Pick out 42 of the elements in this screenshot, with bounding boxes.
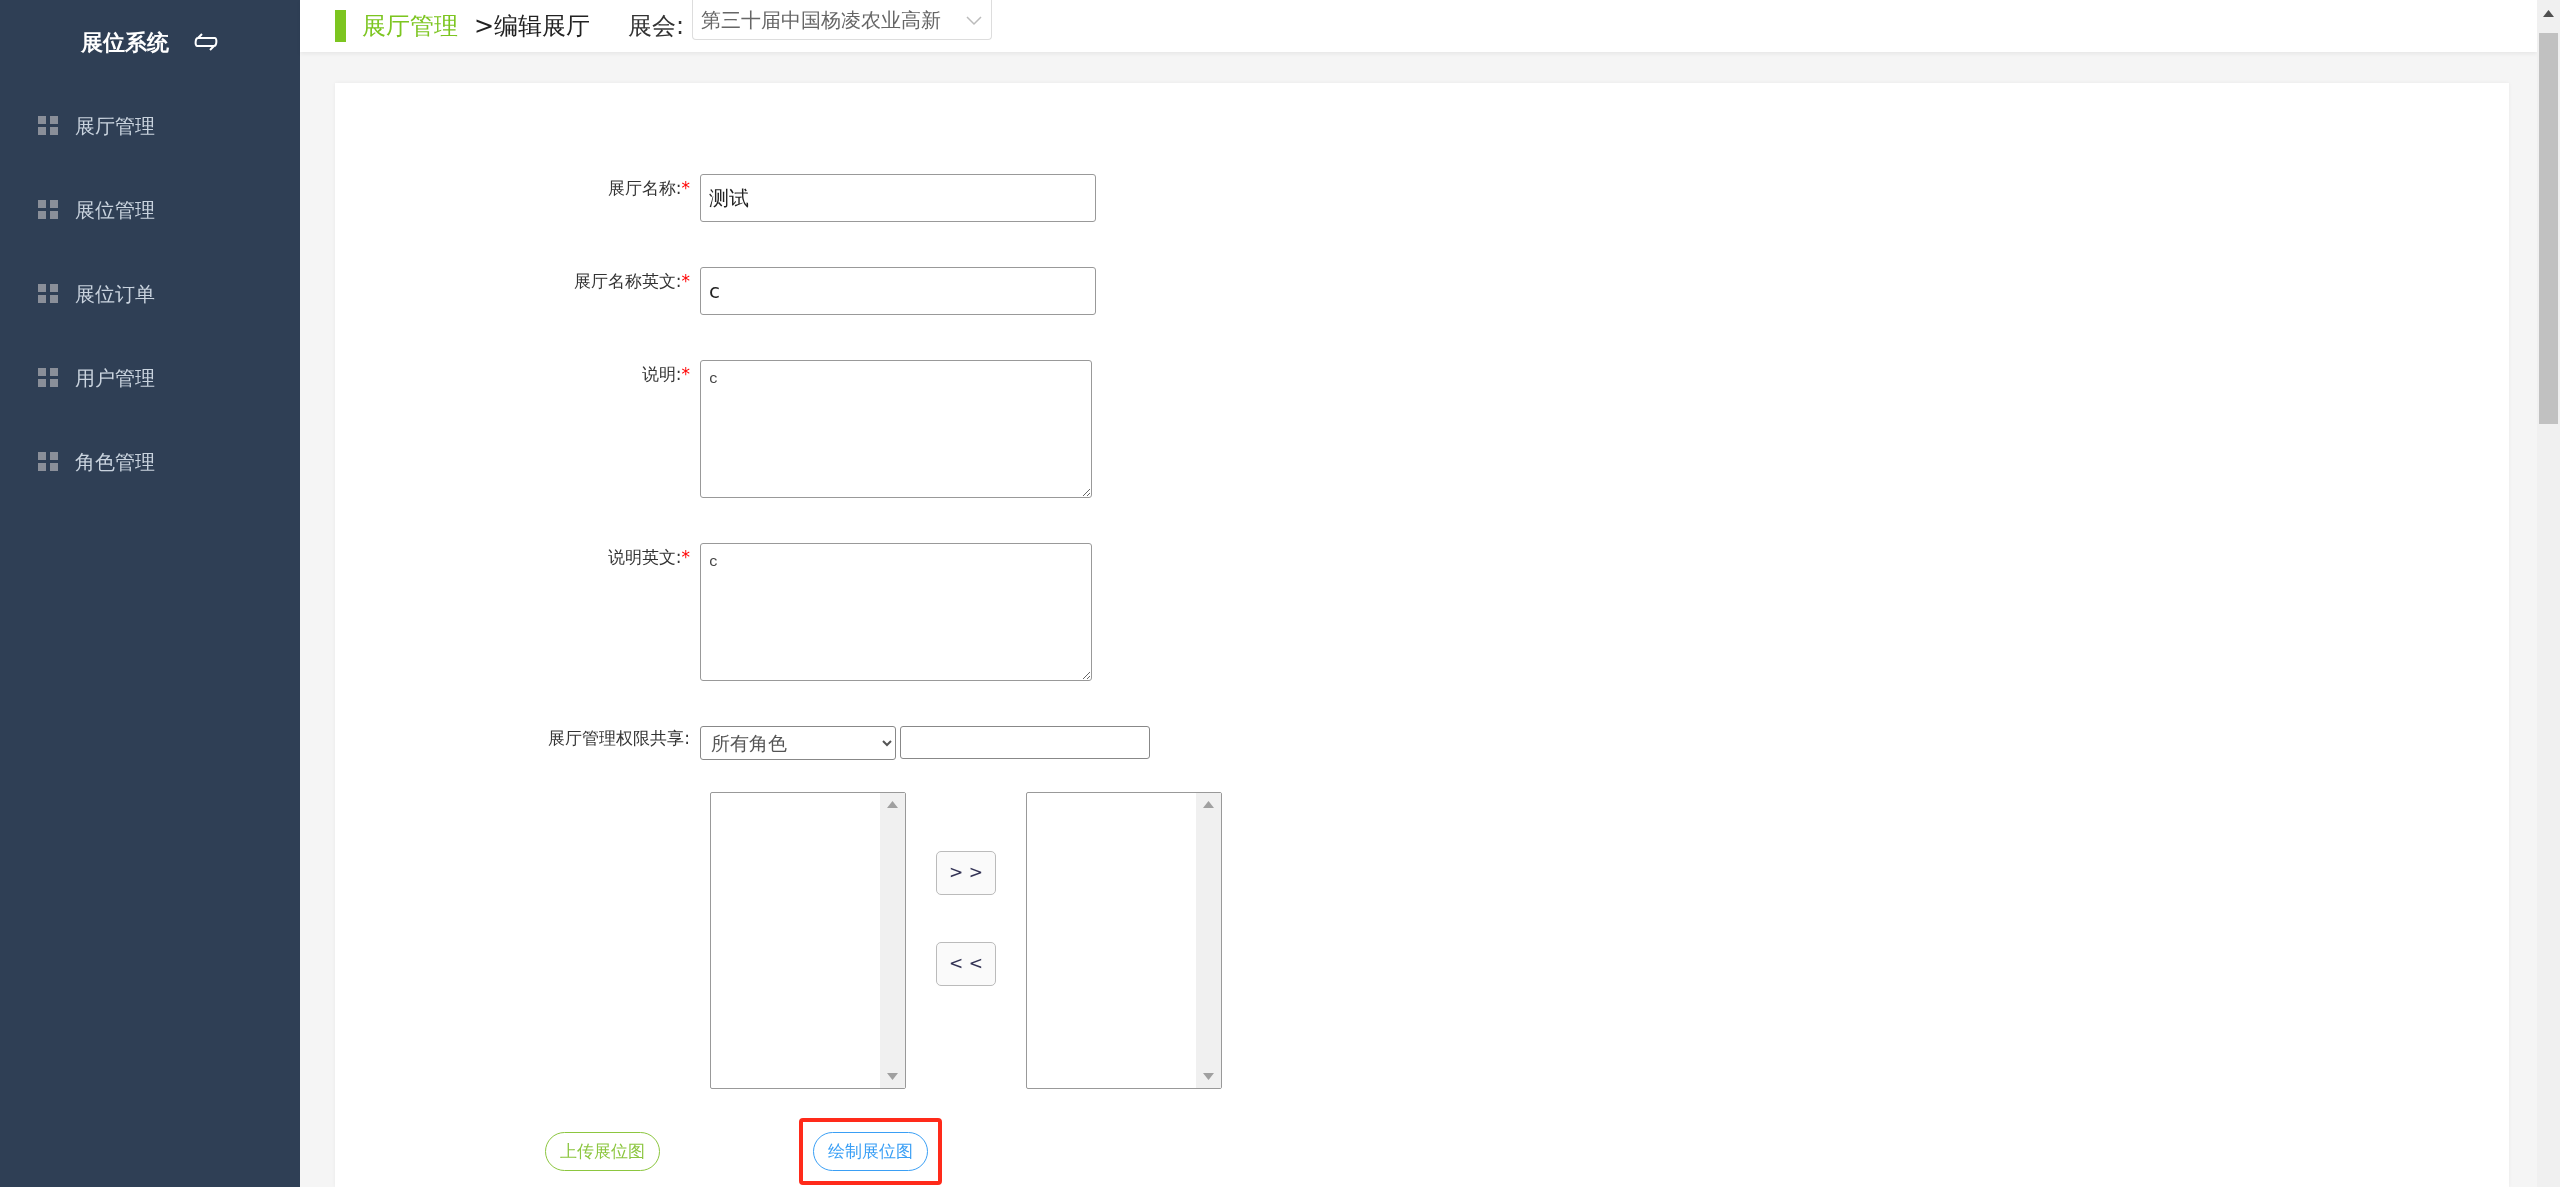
grid-icon (38, 116, 59, 136)
list-box[interactable] (710, 792, 906, 1089)
grid-icon (38, 284, 59, 304)
sidebar-item[interactable]: 展位订单 (0, 252, 300, 336)
field-label: 展厅名称英文: (573, 271, 682, 291)
input-field[interactable]: 测试 (700, 174, 1096, 222)
required-mark: * (681, 271, 690, 291)
breadcrumb-current: >编辑展厅 (474, 11, 591, 42)
grid-icon (38, 452, 59, 472)
exhibition-select[interactable]: 第三十届中国杨凌农业高新 (692, 0, 993, 40)
app-title: 展位系统 (81, 28, 169, 57)
scroll-down-icon[interactable] (1203, 1073, 1214, 1080)
grid-icon (38, 200, 59, 220)
accent-bar (335, 10, 346, 42)
scroll-up-icon[interactable] (2543, 10, 2554, 17)
scroll-down-icon[interactable] (887, 1073, 898, 1080)
text-area[interactable]: c (700, 543, 1092, 681)
grid-icon (38, 368, 59, 388)
field-label: 说明英文: (607, 547, 682, 567)
input-field[interactable]: c (700, 267, 1096, 315)
transfer-button[interactable]: > > (936, 851, 996, 895)
field-label: 展厅管理权限共享: (548, 728, 690, 748)
transfer-button[interactable]: < < (936, 942, 996, 986)
required-mark: * (681, 547, 690, 567)
required-mark: * (681, 364, 690, 384)
list-box[interactable] (1026, 792, 1222, 1089)
chevron-down-icon (965, 13, 984, 26)
page-scrollbar[interactable] (2537, 0, 2560, 1187)
sidebar-item[interactable]: 角色管理 (0, 420, 300, 504)
role-select[interactable]: 所有角色 (700, 726, 896, 760)
text-area[interactable]: c (700, 360, 1092, 498)
field-label: 展厅名称: (607, 178, 682, 198)
scrollbar[interactable] (880, 793, 905, 1088)
scroll-thumb[interactable] (2539, 33, 2558, 424)
required-mark: * (681, 178, 690, 198)
sidebar-item[interactable]: 用户管理 (0, 336, 300, 420)
sidebar-item[interactable]: 展位管理 (0, 168, 300, 252)
input-field[interactable] (900, 726, 1150, 759)
exhibition-label: 展会: (628, 11, 685, 42)
field-label: 说明: (641, 364, 682, 384)
sidebar-item[interactable]: 展厅管理 (0, 84, 300, 168)
scrollbar[interactable] (1196, 793, 1221, 1088)
